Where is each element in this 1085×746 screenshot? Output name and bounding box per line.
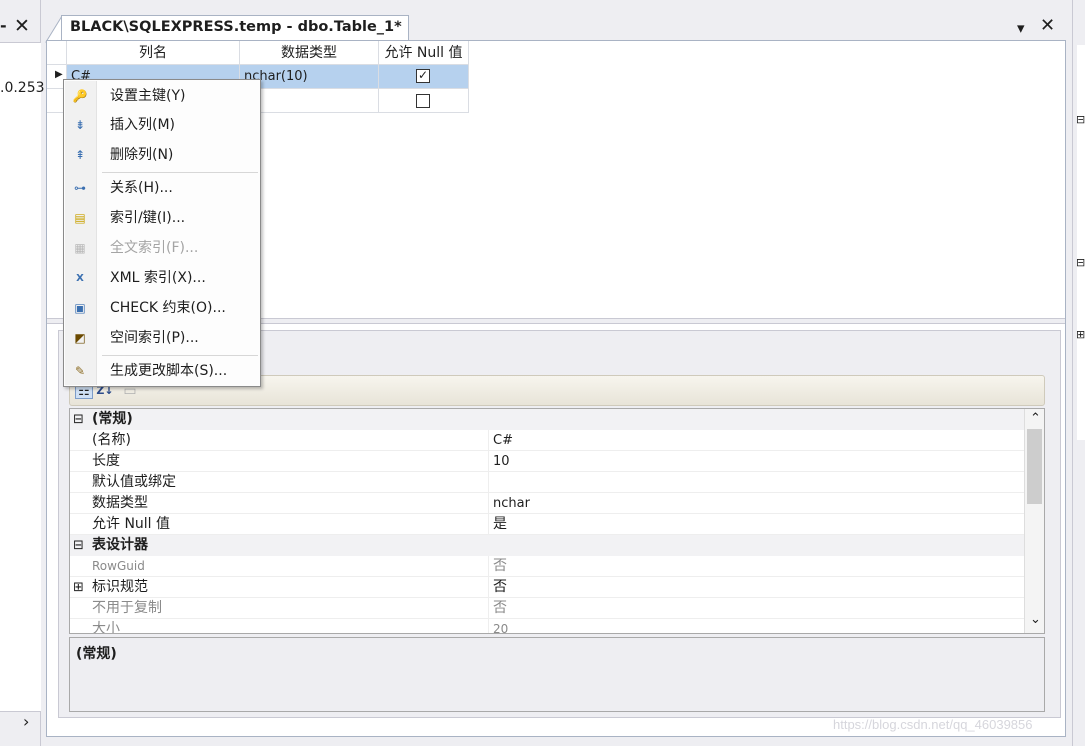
menu-separator: [102, 355, 258, 356]
window-dropdown-button[interactable]: ▾: [1017, 20, 1025, 36]
document-close-button[interactable]: ✕: [1040, 17, 1055, 35]
pin-button[interactable]: -: [0, 16, 7, 35]
scrollbar-thumb[interactable]: [1027, 429, 1042, 504]
property-row[interactable]: ⊞ 标识规范 否: [70, 577, 1025, 598]
tree-collapse-icon[interactable]: ⊟: [1076, 113, 1085, 126]
watermark: https://blog.csdn.net/qq_46039856: [833, 717, 1033, 732]
category-general: ⊟ (常规): [70, 409, 1025, 430]
property-grid: ⊟ (常规) (名称) C# 长度 10 默认值或绑定 数据类型 nchar 允…: [69, 408, 1045, 634]
tree-collapse-icon[interactable]: ⊟: [1076, 256, 1085, 269]
property-value[interactable]: 是: [493, 514, 507, 535]
property-row[interactable]: 长度 10: [70, 451, 1025, 472]
scroll-down-icon[interactable]: ⌄: [1030, 612, 1041, 627]
left-tool-panel: - ✕ .0.253 ›: [0, 0, 45, 746]
property-value[interactable]: C#: [493, 430, 513, 451]
expand-icon[interactable]: ⊞: [73, 577, 84, 598]
property-row[interactable]: 允许 Null 值 是: [70, 514, 1025, 535]
column-header-allow-null[interactable]: 允许 Null 值: [379, 41, 469, 65]
property-name: (名称): [92, 432, 131, 448]
property-row[interactable]: (名称) C#: [70, 430, 1025, 451]
cell-allow-null[interactable]: [379, 89, 469, 113]
property-value[interactable]: 20: [493, 619, 508, 633]
menu-item-label: 设置主键(Y): [110, 88, 186, 104]
property-value[interactable]: 10: [493, 451, 510, 472]
menu-item-label: 空间索引(P)...: [110, 330, 199, 346]
property-name: 标识规范: [92, 579, 148, 595]
relationships-icon: ⊶: [74, 181, 86, 195]
right-panel-body: [1077, 45, 1085, 440]
indexes-keys-icon: ▤: [74, 211, 86, 225]
tree-expand-icon[interactable]: ⊞: [1076, 328, 1085, 341]
column-header-name[interactable]: 列名: [67, 41, 240, 65]
left-panel-body: [0, 42, 41, 712]
property-value[interactable]: 否: [493, 556, 507, 577]
menu-item-indexes-keys[interactable]: ▤ 索引/键(I)...: [65, 204, 260, 233]
property-name: 允许 Null 值: [92, 516, 171, 532]
menu-item-label: 全文索引(F)...: [110, 240, 199, 256]
collapse-icon[interactable]: ⊟: [73, 409, 84, 430]
menu-item-label: 插入列(M): [110, 117, 176, 133]
generate-script-icon: ✎: [74, 364, 86, 378]
property-name: 长度: [92, 453, 120, 469]
row-selector-header: [47, 41, 67, 65]
spatial-index-icon: ◩: [74, 331, 86, 345]
menu-item-insert-column[interactable]: ⇟ 插入列(M): [65, 111, 260, 140]
allow-null-checkbox[interactable]: [416, 94, 430, 108]
description-title: (常规): [76, 646, 117, 662]
right-tool-panel: ⊟ ⊟ ⊞: [1072, 0, 1085, 746]
property-description-pane: (常规): [69, 637, 1045, 712]
category-label: 表设计器: [92, 537, 148, 553]
menu-item-label: CHECK 约束(O)...: [110, 300, 226, 316]
menu-item-fulltext-index: ▦ 全文索引(F)...: [65, 234, 260, 263]
menu-item-spatial-index[interactable]: ◩ 空间索引(P)...: [65, 324, 260, 353]
current-row-arrow-icon: ▶: [55, 69, 63, 80]
menu-item-delete-column[interactable]: ⇞ 删除列(N): [65, 141, 260, 170]
allow-null-checkbox[interactable]: ✓: [416, 69, 430, 83]
menu-item-label: 索引/键(I)...: [110, 210, 186, 226]
menu-item-label: 删除列(N): [110, 147, 174, 163]
fulltext-index-icon: ▦: [74, 241, 86, 255]
category-table-designer: ⊟ 表设计器: [70, 535, 1025, 556]
menu-item-label: 关系(H)...: [110, 180, 173, 196]
check-constraint-icon: ▣: [74, 301, 86, 315]
menu-item-label: 生成更改脚本(S)...: [110, 363, 228, 379]
cell-allow-null[interactable]: ✓: [379, 65, 469, 89]
property-name: RowGuid: [92, 559, 145, 573]
menu-item-relationships[interactable]: ⊶ 关系(H)...: [65, 174, 260, 203]
scroll-up-icon[interactable]: ⌃: [1030, 411, 1041, 426]
property-grid-scrollbar[interactable]: ⌃ ⌄: [1024, 409, 1044, 633]
left-panel-text: .0.253: [0, 80, 45, 96]
key-icon: 🔑: [72, 89, 88, 103]
context-menu: 🔑 设置主键(Y) ⇟ 插入列(M) ⇞ 删除列(N) ⊶ 关系(H)... ▤…: [63, 79, 261, 387]
menu-separator: [102, 172, 258, 173]
document-tab-title: BLACK\SQLEXPRESS.temp - dbo.Table_1*: [70, 19, 402, 35]
property-name: 大小: [92, 621, 120, 634]
scroll-right-button[interactable]: ›: [23, 712, 29, 731]
property-name: 数据类型: [92, 495, 148, 511]
insert-column-icon: ⇟: [74, 118, 86, 132]
menu-item-check-constraint[interactable]: ▣ CHECK 约束(O)...: [65, 294, 260, 323]
property-row[interactable]: RowGuid 否: [70, 556, 1025, 577]
property-row[interactable]: 大小 20: [70, 619, 1025, 634]
property-value[interactable]: 否: [493, 577, 507, 598]
property-row[interactable]: 默认值或绑定: [70, 472, 1025, 493]
property-name: 默认值或绑定: [92, 474, 176, 490]
document-tab[interactable]: BLACK\SQLEXPRESS.temp - dbo.Table_1*: [61, 15, 409, 41]
delete-column-icon: ⇞: [74, 148, 86, 162]
collapse-icon[interactable]: ⊟: [73, 535, 84, 556]
menu-item-set-primary-key[interactable]: 🔑 设置主键(Y): [65, 82, 260, 111]
category-label: (常规): [92, 411, 133, 427]
menu-item-generate-change-script[interactable]: ✎ 生成更改脚本(S)...: [65, 357, 260, 386]
left-panel-close-button[interactable]: ✕: [14, 15, 30, 37]
menu-item-label: XML 索引(X)...: [110, 270, 206, 286]
property-row[interactable]: 数据类型 nchar: [70, 493, 1025, 514]
property-value[interactable]: 否: [493, 598, 507, 619]
property-name: 不用于复制: [92, 600, 162, 616]
xml-index-icon: X: [76, 273, 84, 284]
menu-item-xml-index[interactable]: X XML 索引(X)...: [65, 264, 260, 293]
property-row[interactable]: 不用于复制 否: [70, 598, 1025, 619]
property-value[interactable]: nchar: [493, 493, 530, 514]
column-header-type[interactable]: 数据类型: [240, 41, 379, 65]
